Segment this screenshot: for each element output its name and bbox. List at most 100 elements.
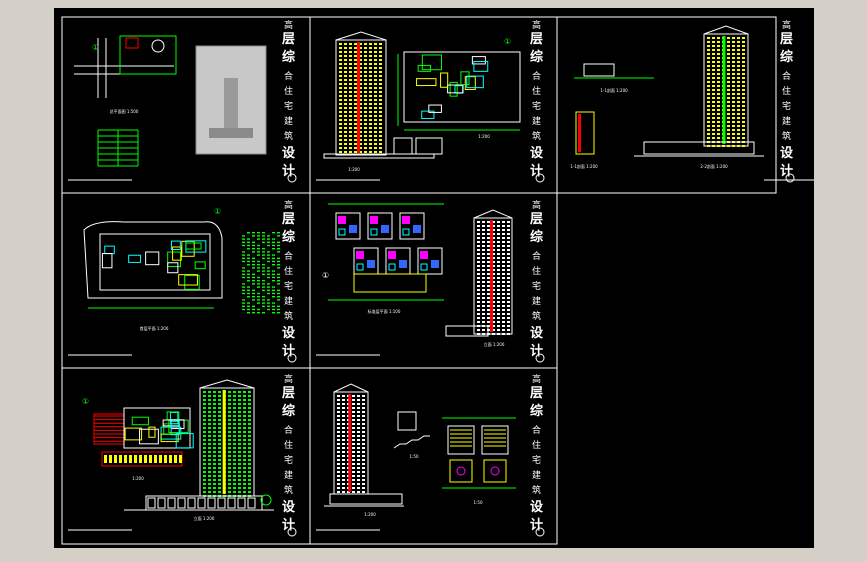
window — [364, 59, 367, 61]
window — [497, 237, 500, 239]
window — [354, 143, 357, 145]
legend-glyph — [272, 280, 275, 282]
window — [507, 261, 510, 263]
window — [213, 431, 216, 433]
window — [497, 293, 500, 295]
window — [717, 121, 720, 123]
sheet-title-char: 综 — [530, 229, 543, 245]
window — [737, 65, 740, 67]
window — [349, 135, 352, 137]
legend-glyph — [277, 264, 280, 266]
legend-glyph — [242, 299, 245, 301]
window — [482, 261, 485, 263]
window — [507, 221, 510, 223]
legend-glyph — [262, 296, 265, 298]
window — [364, 143, 367, 145]
window — [707, 49, 710, 51]
window — [213, 447, 216, 449]
legend-glyph — [262, 302, 265, 304]
window — [369, 115, 372, 117]
north-arrow-icon: ① — [322, 271, 329, 280]
legend-glyph — [242, 257, 245, 259]
window — [218, 471, 221, 473]
window — [379, 87, 382, 89]
window — [243, 447, 246, 449]
sheet-title-char: 高 — [532, 19, 541, 31]
window — [233, 447, 236, 449]
parking-stall — [149, 455, 152, 463]
window — [507, 333, 510, 335]
window — [248, 435, 251, 437]
window — [344, 99, 347, 101]
window — [349, 151, 352, 153]
window — [477, 233, 480, 235]
window — [362, 483, 365, 485]
window — [352, 395, 355, 397]
window — [502, 293, 505, 295]
sheet-title-char: 住 — [532, 85, 541, 97]
window — [507, 285, 510, 287]
window — [374, 103, 377, 105]
window — [369, 55, 372, 57]
window — [374, 139, 377, 141]
legend-glyph — [267, 260, 270, 263]
cad-drawing-canvas[interactable]: ① 总平面图 1:500 高层综合住宅建筑设计 1:200 1:200 ① 高层综合住宅建筑… — [54, 8, 814, 548]
window — [342, 475, 345, 477]
window — [374, 75, 377, 77]
sheet-title-char: 住 — [532, 439, 541, 451]
window — [228, 443, 231, 445]
site-building — [125, 37, 139, 49]
plan-room — [104, 245, 115, 255]
window — [707, 57, 710, 59]
window — [712, 121, 715, 123]
window — [379, 79, 382, 81]
window — [354, 55, 357, 57]
window — [352, 475, 355, 477]
window — [228, 467, 231, 469]
window — [238, 451, 241, 453]
window — [218, 455, 221, 457]
window — [362, 399, 365, 401]
window — [487, 221, 490, 223]
window — [344, 79, 347, 81]
sheet-title-char: 合 — [532, 424, 541, 436]
window — [203, 447, 206, 449]
window — [354, 115, 357, 117]
legend-glyph — [242, 276, 245, 279]
window — [712, 41, 715, 43]
legend-glyph — [257, 302, 260, 304]
parking-stall — [129, 455, 132, 463]
sheet-title-char: 设 — [530, 146, 544, 161]
room — [402, 228, 410, 236]
legend-glyph — [277, 308, 280, 311]
window — [342, 435, 345, 437]
window — [379, 147, 382, 149]
legend-glyph — [262, 251, 265, 253]
site-outline — [83, 221, 223, 299]
window — [717, 137, 720, 139]
window — [369, 131, 372, 133]
window — [507, 325, 510, 327]
legend-glyph — [252, 292, 255, 295]
plan-room — [185, 242, 202, 250]
window — [497, 269, 500, 271]
plan-room — [194, 261, 206, 270]
window — [233, 419, 236, 421]
window — [482, 249, 485, 251]
window — [477, 273, 480, 275]
sheet-title-char: 层 — [780, 32, 793, 47]
legend-glyph — [247, 296, 250, 298]
plan-room — [167, 262, 179, 274]
window — [487, 273, 490, 275]
window — [228, 431, 231, 433]
legend-glyph — [252, 235, 255, 237]
window — [717, 109, 720, 111]
legend-glyph — [277, 289, 280, 291]
window — [208, 415, 211, 417]
window — [502, 285, 505, 287]
legend-glyph — [272, 302, 275, 304]
sheet-title-char: 宅 — [284, 100, 293, 112]
window — [362, 395, 365, 397]
window — [238, 475, 241, 477]
legend-glyph — [262, 264, 265, 266]
